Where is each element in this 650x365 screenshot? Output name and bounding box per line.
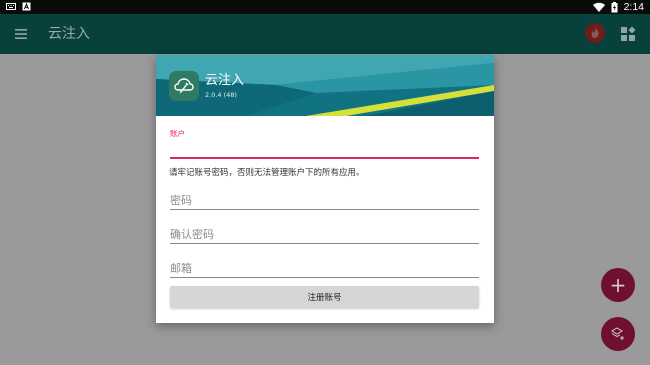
battery-icon [611, 1, 618, 12]
plus-icon: + [609, 273, 627, 297]
confirm-password-underline [170, 243, 479, 244]
register-dialog: 云注入 2.0.4 (48) 账户 请牢记账号密码，否则无法管理账户下的所有应用… [156, 55, 494, 323]
confirm-password-input[interactable] [170, 225, 479, 243]
email-input[interactable] [170, 259, 479, 277]
app-name: 云注入 [205, 73, 245, 88]
app-logo-icon [169, 71, 199, 101]
a-notification-icon [22, 2, 31, 11]
app-bar: 云注入 [0, 14, 650, 54]
hint-text: 请牢记账号密码，否则无法管理账户下的所有应用。 [169, 168, 365, 178]
keyboard-icon [6, 3, 16, 10]
layers-add-icon [611, 327, 624, 340]
add-fab[interactable]: + [601, 268, 635, 302]
password-underline [170, 209, 479, 210]
account-underline [170, 157, 479, 159]
layers-add-fab[interactable] [601, 317, 635, 351]
fire-icon[interactable] [585, 23, 605, 43]
register-button[interactable]: 注册账号 [170, 286, 479, 308]
clock: 2:14 [623, 1, 644, 13]
menu-icon[interactable] [14, 27, 28, 41]
status-bar: 2:14 [0, 0, 650, 14]
account-input[interactable] [170, 138, 479, 156]
dialog-header: 云注入 2.0.4 (48) [156, 55, 494, 116]
email-underline [170, 277, 479, 278]
password-input[interactable] [170, 191, 479, 209]
app-title: 云注入 [48, 26, 90, 42]
apps-grid-icon[interactable] [620, 26, 636, 42]
wifi-icon [592, 2, 605, 12]
app-version: 2.0.4 (48) [205, 91, 237, 99]
